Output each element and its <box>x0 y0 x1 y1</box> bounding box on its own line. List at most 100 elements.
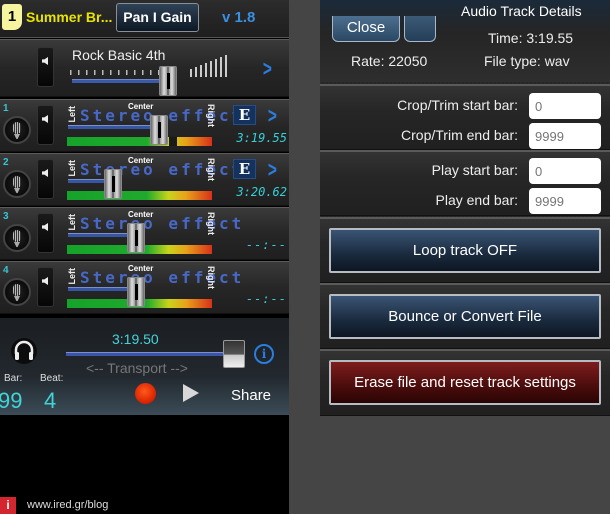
pan-slider-track[interactable] <box>68 125 160 129</box>
pan-slider-track[interactable] <box>68 287 136 291</box>
track-row: 4 Stereo effect Left Center Right --:-- <box>0 261 289 314</box>
edit-button[interactable]: E <box>233 159 256 179</box>
track-row: 3 Stereo effect Left Center Right --:-- <box>0 207 289 260</box>
track-number: 2 <box>3 157 9 168</box>
pan-fader[interactable] <box>127 223 145 253</box>
close-button[interactable]: Close <box>332 16 400 42</box>
crop-start-row: Crop/Trim start bar: <box>320 91 610 119</box>
bounce-section: Bounce or Convert File <box>320 283 610 349</box>
rhythm-name[interactable]: Rock Basic 4th <box>72 47 165 63</box>
mixer-panel: 1 Summer Br... Pan I Gain v 1.8 Rock Bas… <box>0 0 289 514</box>
track-mute-button[interactable] <box>37 267 54 307</box>
play-start-label: Play start bar: <box>431 162 518 178</box>
track-mute-button[interactable] <box>37 213 54 253</box>
song-number-badge[interactable]: 1 <box>2 4 22 30</box>
tick-mark <box>126 70 128 75</box>
sample-rate: Rate: 22050 <box>351 53 428 69</box>
tick-mark <box>94 70 96 75</box>
share-button[interactable]: Share <box>231 387 271 404</box>
version-label: v 1.8 <box>222 9 256 26</box>
play-end-label: Play end bar: <box>435 192 519 208</box>
track-time: --:-- <box>245 238 287 252</box>
loop-section: Loop track OFF <box>320 217 610 283</box>
audio-track-details-panel: Audio Track Details Close Time: 3:19.55 … <box>320 0 610 416</box>
erase-section: Erase file and reset track settings <box>320 349 610 416</box>
rhythm-row: Rock Basic 4th > <box>0 39 289 97</box>
crop-trim-section: Crop/Trim start bar: Crop/Trim end bar: <box>320 84 610 150</box>
rhythm-volume-track[interactable] <box>72 79 168 83</box>
tick-mark <box>78 70 80 75</box>
track-row: 1 Stereo effect Left Center Right E >3:19.55 <box>0 99 289 152</box>
track-mute-button[interactable] <box>37 159 54 199</box>
tick-mark <box>70 70 72 75</box>
pan-fader[interactable] <box>103 169 122 199</box>
rhythm-chevron-right-icon[interactable]: > <box>263 56 272 82</box>
volume-bars-icon <box>190 55 227 77</box>
pan-right-label: Right <box>206 266 216 289</box>
transport-label: <-- Transport --> <box>86 360 188 376</box>
pan-gain-button[interactable]: Pan I Gain <box>116 3 199 32</box>
blank-tab[interactable] <box>404 16 436 42</box>
pan-fader[interactable] <box>150 115 169 145</box>
play-button[interactable] <box>183 384 199 402</box>
transport-slider-track[interactable] <box>66 352 236 356</box>
stereo-effect-label: Stereo effect <box>80 268 245 287</box>
tick-mark <box>134 70 136 75</box>
track-mute-button[interactable] <box>37 105 54 145</box>
details-header: Audio Track Details Close Time: 3:19.55 … <box>320 0 610 82</box>
pan-slider-track[interactable] <box>68 233 136 237</box>
play-start-row: Play start bar: <box>320 156 610 184</box>
tick-mark <box>118 70 120 75</box>
bar-label: Bar: <box>4 373 23 384</box>
details-title: Audio Track Details <box>461 3 582 19</box>
pan-fader[interactable] <box>127 277 145 307</box>
crop-start-input[interactable] <box>529 93 601 119</box>
pan-left-label: Left <box>67 214 77 231</box>
track-time: 3:20.62 <box>236 185 287 199</box>
ired-logo-icon: i <box>0 497 16 514</box>
tick-mark <box>86 70 88 75</box>
pan-center-label: Center <box>128 264 154 273</box>
pan-left-label: Left <box>67 106 77 123</box>
track-number: 1 <box>3 103 9 114</box>
song-title[interactable]: Summer Br... <box>26 9 112 25</box>
rhythm-mute-button[interactable] <box>37 47 54 87</box>
edit-button[interactable]: E <box>233 105 256 125</box>
microphone-icon[interactable] <box>3 170 31 198</box>
tick-mark <box>142 70 144 75</box>
play-end-input[interactable] <box>529 188 601 214</box>
stereo-effect-label: Stereo effect <box>80 214 245 233</box>
pan-right-label: Right <box>206 158 216 181</box>
pan-center-label: Center <box>128 102 154 111</box>
track-chevron-right-icon[interactable]: > <box>268 157 277 183</box>
transport-time: 3:19.50 <box>112 331 159 347</box>
microphone-icon[interactable] <box>3 278 31 306</box>
track-time: Time: 3:19.55 <box>488 30 574 46</box>
play-start-input[interactable] <box>529 158 601 184</box>
track-row: 2 Stereo effect Left Center Right E >3:20.62 <box>0 153 289 206</box>
track-chevron-right-icon[interactable]: > <box>268 103 277 129</box>
play-range-section: Play start bar: Play end bar: <box>320 150 610 216</box>
pan-left-label: Left <box>67 160 77 177</box>
microphone-icon[interactable] <box>3 224 31 252</box>
pan-left-label: Left <box>67 268 77 285</box>
crop-end-label: Crop/Trim end bar: <box>401 127 518 143</box>
tick-mark <box>102 70 104 75</box>
watermark: i www.ired.gr/blog <box>0 497 289 514</box>
watermark-text: www.ired.gr/blog <box>27 499 109 511</box>
crop-end-input[interactable] <box>529 123 601 149</box>
track-time: 3:19.55 <box>236 131 287 145</box>
record-button[interactable] <box>135 383 156 404</box>
transport-slider-knob[interactable] <box>223 340 245 368</box>
crop-start-label: Crop/Trim start bar: <box>397 97 518 113</box>
erase-reset-button[interactable]: Erase file and reset track settings <box>329 360 601 405</box>
beat-value: 4 <box>44 388 57 413</box>
tick-mark <box>110 70 112 75</box>
bounce-convert-button[interactable]: Bounce or Convert File <box>329 294 601 339</box>
microphone-icon[interactable] <box>3 116 31 144</box>
loop-track-button[interactable]: Loop track OFF <box>329 228 601 273</box>
pan-right-label: Right <box>206 104 216 127</box>
info-icon[interactable]: i <box>254 344 274 364</box>
headphones-icon[interactable] <box>10 338 38 364</box>
rhythm-volume-fader[interactable] <box>159 66 177 96</box>
